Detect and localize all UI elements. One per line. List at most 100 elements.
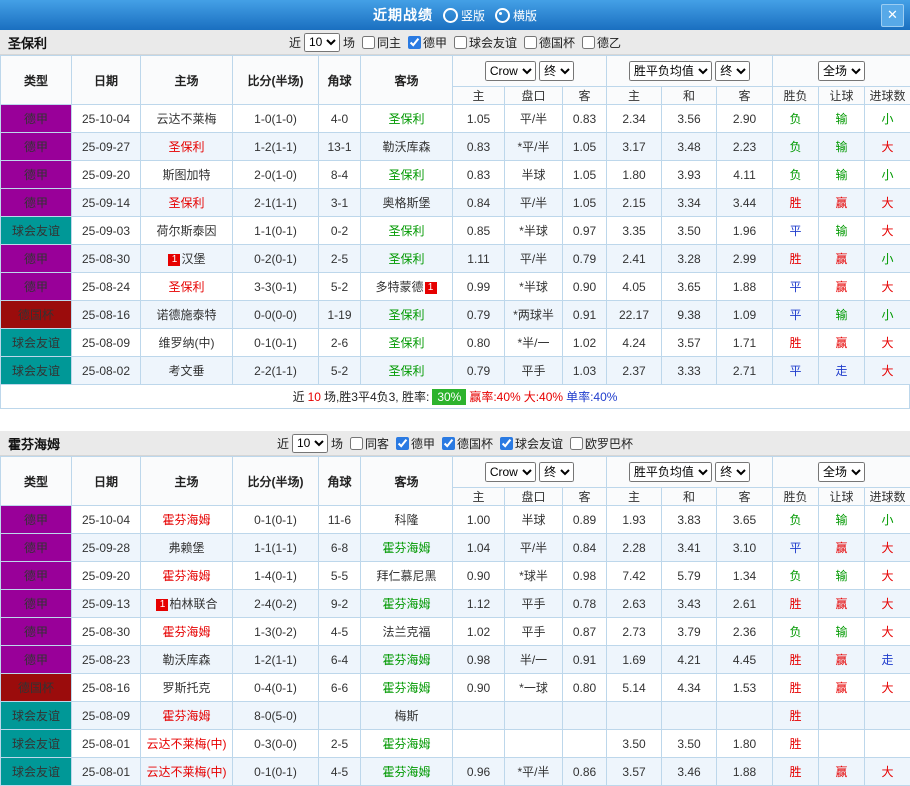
filter-checkbox-1-2[interactable] [442, 437, 455, 450]
score[interactable]: 1-4(0-1) [233, 562, 319, 590]
match-count-select[interactable]: 10 [304, 33, 340, 52]
away-team-name[interactable]: 霍芬海姆 [382, 737, 430, 751]
horizontal-view-radio[interactable] [495, 8, 510, 23]
home-team-name[interactable]: 汉堡 [181, 252, 205, 266]
scope-select[interactable]: 全场 [818, 61, 865, 81]
score[interactable]: 1-2(1-1) [233, 133, 319, 161]
home-team-name[interactable]: 维罗纳(中) [159, 336, 215, 350]
filter-checkbox-1-3[interactable] [500, 437, 513, 450]
home-team-name[interactable]: 圣保利 [168, 280, 204, 294]
home-team-name[interactable]: 勒沃库森 [162, 653, 210, 667]
filter-checkbox-0-2[interactable] [454, 36, 467, 49]
home-team-name[interactable]: 圣保利 [168, 140, 204, 154]
score[interactable]: 1-0(1-0) [233, 105, 319, 133]
score[interactable]: 0-1(0-1) [233, 758, 319, 786]
away-team-name[interactable]: 圣保利 [388, 252, 424, 266]
away-team-name[interactable]: 霍芬海姆 [382, 541, 430, 555]
home-team-name[interactable]: 罗斯托克 [162, 681, 210, 695]
filter-checkbox-1-4[interactable] [570, 437, 583, 450]
score[interactable]: 2-4(0-2) [233, 590, 319, 618]
vertical-view-radio[interactable] [443, 8, 458, 23]
home-team-name[interactable]: 云达不莱梅(中) [147, 737, 227, 751]
match-count-select[interactable]: 10 [292, 434, 328, 453]
home-team-name[interactable]: 霍芬海姆 [162, 625, 210, 639]
score[interactable]: 0-0(0-0) [233, 301, 319, 329]
away-team-name[interactable]: 奥格斯堡 [382, 196, 430, 210]
avg-odds-select[interactable]: 胜平负均值 [629, 61, 712, 81]
avg-time-select[interactable]: 终 [715, 61, 750, 81]
filter-option-0-3[interactable]: 德国杯 [524, 34, 575, 51]
filter-option-1-4[interactable]: 欧罗巴杯 [570, 435, 633, 452]
score[interactable]: 2-2(1-1) [233, 357, 319, 385]
away-team-name[interactable]: 圣保利 [388, 168, 424, 182]
scope-select[interactable]: 全场 [818, 462, 865, 482]
home-team-name[interactable]: 云达不莱梅(中) [147, 765, 227, 779]
odds-source-select[interactable]: Crow [485, 462, 536, 482]
score[interactable]: 8-0(5-0) [233, 702, 319, 730]
home-team-name[interactable]: 霍芬海姆 [162, 709, 210, 723]
home-team-name[interactable]: 柏林联合 [169, 597, 217, 611]
away-team-name[interactable]: 霍芬海姆 [382, 765, 430, 779]
odds-source-select[interactable]: Crow [485, 61, 536, 81]
filter-checkbox-1-1[interactable] [396, 437, 409, 450]
score[interactable]: 1-3(0-2) [233, 618, 319, 646]
filter-checkbox-0-1[interactable] [408, 36, 421, 49]
close-button[interactable]: ✕ [881, 4, 904, 27]
filter-checkbox-0-3[interactable] [524, 36, 537, 49]
away-team-name[interactable]: 勒沃库森 [382, 140, 430, 154]
away-team-name[interactable]: 圣保利 [388, 308, 424, 322]
away-team-name[interactable]: 霍芬海姆 [382, 681, 430, 695]
score[interactable]: 1-2(1-1) [233, 646, 319, 674]
filter-option-0-2[interactable]: 球会友谊 [454, 34, 517, 51]
score[interactable]: 2-1(1-1) [233, 189, 319, 217]
filter-option-0-4[interactable]: 德乙 [582, 34, 621, 51]
home-team-name[interactable]: 圣保利 [168, 196, 204, 210]
away-team-cell: 圣保利 [361, 301, 453, 329]
score[interactable]: 0-4(0-1) [233, 674, 319, 702]
home-team-name[interactable]: 荷尔斯泰因 [156, 224, 216, 238]
vertical-view-label[interactable]: 竖版 [461, 7, 485, 24]
filter-checkbox-1-0[interactable] [350, 437, 363, 450]
home-team-name[interactable]: 云达不莱梅 [156, 112, 216, 126]
filter-option-1-1[interactable]: 德甲 [396, 435, 435, 452]
score[interactable]: 0-1(0-1) [233, 329, 319, 357]
home-team-name[interactable]: 考文垂 [168, 364, 204, 378]
filter-option-0-0[interactable]: 同主 [362, 34, 401, 51]
crow-home-odds: 1.02 [453, 618, 505, 646]
away-team-name[interactable]: 圣保利 [388, 224, 424, 238]
home-team-name[interactable]: 霍芬海姆 [162, 569, 210, 583]
away-team-name[interactable]: 霍芬海姆 [382, 597, 430, 611]
away-team-name[interactable]: 圣保利 [388, 364, 424, 378]
away-team-name[interactable]: 科隆 [394, 513, 418, 527]
filter-option-0-1[interactable]: 德甲 [408, 34, 447, 51]
odds-time-select[interactable]: 终 [539, 61, 574, 81]
filter-option-1-2[interactable]: 德国杯 [442, 435, 493, 452]
away-team-name[interactable]: 法兰克福 [382, 625, 430, 639]
away-team-name[interactable]: 梅斯 [394, 709, 418, 723]
home-team-name[interactable]: 斯图加特 [162, 168, 210, 182]
title-bar: 近期战绩 竖版 横版 ✕ [0, 0, 910, 30]
avg-time-select[interactable]: 终 [715, 462, 750, 482]
filter-checkbox-0-0[interactable] [362, 36, 375, 49]
filter-option-1-0[interactable]: 同客 [350, 435, 389, 452]
away-team-name[interactable]: 拜仁慕尼黑 [376, 569, 436, 583]
score[interactable]: 1-1(1-1) [233, 534, 319, 562]
score[interactable]: 2-0(1-0) [233, 161, 319, 189]
avg-odds-select[interactable]: 胜平负均值 [629, 462, 712, 482]
score[interactable]: 0-1(0-1) [233, 506, 319, 534]
home-team-name[interactable]: 弗赖堡 [168, 541, 204, 555]
home-team-name[interactable]: 诺德施泰特 [156, 308, 216, 322]
score[interactable]: 0-3(0-0) [233, 730, 319, 758]
away-team-name[interactable]: 霍芬海姆 [382, 653, 430, 667]
score[interactable]: 1-1(0-1) [233, 217, 319, 245]
away-team-name[interactable]: 圣保利 [388, 336, 424, 350]
away-team-name[interactable]: 圣保利 [388, 112, 424, 126]
odds-time-select[interactable]: 终 [539, 462, 574, 482]
home-team-name[interactable]: 霍芬海姆 [162, 513, 210, 527]
away-team-name[interactable]: 多特蒙德 [375, 280, 423, 294]
filter-checkbox-0-4[interactable] [582, 36, 595, 49]
horizontal-view-label[interactable]: 横版 [513, 7, 537, 24]
filter-option-1-3[interactable]: 球会友谊 [500, 435, 563, 452]
score[interactable]: 3-3(0-1) [233, 273, 319, 301]
score[interactable]: 0-2(0-1) [233, 245, 319, 273]
